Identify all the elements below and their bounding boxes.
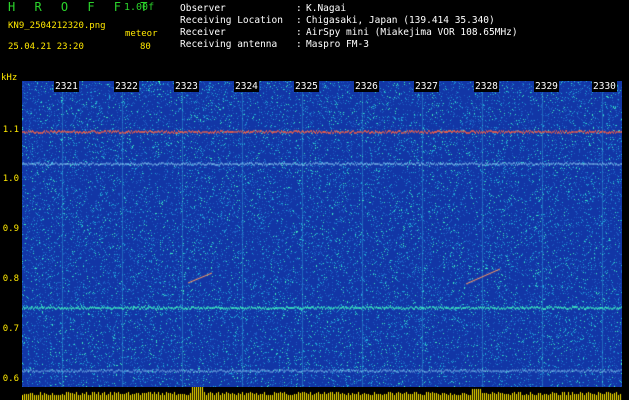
meteor-label: meteor (125, 29, 158, 39)
info-colon: : (296, 39, 302, 50)
info-value: AirSpy mini (Miakejima VOR 108.65MHz) (306, 27, 518, 38)
filename-label: KN9_2504212320.png (8, 21, 106, 31)
info-key: Receiving Location (180, 15, 283, 26)
signal-level-bars (22, 387, 622, 400)
info-colon: : (296, 15, 302, 26)
x-tick-label: 2330 (592, 81, 617, 92)
x-tick-label: 2324 (234, 81, 259, 92)
info-value: Maspro FM-3 (306, 39, 369, 50)
info-value: K.Nagai (306, 3, 347, 14)
x-tick-label: 2321 (54, 81, 79, 92)
info-value: Chigasaki, Japan (139.414 35.340) (306, 15, 495, 26)
x-tick-label: 2328 (474, 81, 499, 92)
x-tick-label: 2323 (174, 81, 199, 92)
y-tick-label: 0.7 (2, 324, 19, 334)
version-label: 1.00f (124, 2, 155, 13)
datetime-label: 25.04.21 23:20 (8, 42, 84, 52)
y-tick-label: 0.6 (2, 374, 19, 384)
info-key: Observer (180, 3, 226, 14)
meteor-count: 80 (140, 42, 151, 52)
y-tick-label: 0.8 (2, 274, 19, 284)
x-tick-label: 2326 (354, 81, 379, 92)
info-key: Receiver (180, 27, 226, 38)
y-tick-label: 1.0 (2, 174, 19, 184)
info-colon: : (296, 27, 302, 38)
x-tick-label: 2325 (294, 81, 319, 92)
y-unit-label: kHz (1, 73, 18, 83)
info-colon: : (296, 3, 302, 14)
x-tick-label: 2322 (114, 81, 139, 92)
info-key: Receiving antenna (180, 39, 278, 50)
y-tick-label: 0.9 (2, 224, 19, 234)
y-tick-label: 1.1 (2, 125, 19, 135)
spectrogram-canvas (22, 81, 622, 387)
x-tick-label: 2327 (414, 81, 439, 92)
x-tick-label: 2329 (534, 81, 559, 92)
spectrogram-plot (22, 81, 622, 387)
